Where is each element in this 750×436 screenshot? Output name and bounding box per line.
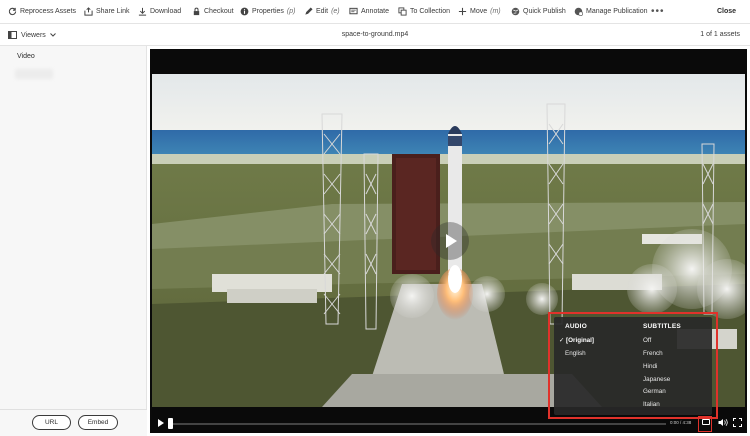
viewer-header: Viewers space-to-ground.mp4 1 of 1 asset…	[0, 24, 750, 46]
seek-handle[interactable]	[168, 418, 173, 429]
pencil-icon	[305, 7, 313, 15]
subtitles-heading: SUBTITLES	[643, 323, 681, 330]
annotate-button[interactable]: Annotate	[349, 0, 398, 24]
asset-viewer: Reprocess Assets Share Link Download Che…	[0, 0, 750, 436]
manage-publication-button[interactable]: Manage Publication	[574, 0, 650, 24]
time-display: 0:00 / 4:38	[670, 420, 692, 425]
captions-icon[interactable]	[702, 419, 710, 425]
url-button[interactable]: URL	[32, 415, 71, 430]
reprocess-assets-button[interactable]: Reprocess Assets	[8, 0, 84, 24]
edit-button[interactable]: Edit (e)	[304, 0, 349, 24]
annotate-icon	[349, 7, 358, 15]
subtitle-option-off[interactable]: Off	[643, 337, 651, 344]
audio-option-original[interactable]: ✓ [Original]	[559, 337, 594, 344]
properties-button[interactable]: Properties (p)	[240, 0, 304, 24]
move-shortcut: (m)	[490, 8, 501, 15]
audio-option-english[interactable]: English	[565, 350, 586, 357]
refresh-icon	[8, 7, 17, 16]
play-icon[interactable]	[158, 419, 164, 427]
toolbar: Reprocess Assets Share Link Download Che…	[0, 0, 750, 24]
check-icon: ✓	[559, 337, 565, 344]
subtitle-option-japanese[interactable]: Japanese	[643, 376, 670, 383]
share-link-button[interactable]: Share Link	[84, 0, 138, 24]
volume-icon[interactable]	[718, 418, 728, 429]
more-actions-button[interactable]: •••	[651, 6, 665, 17]
audio-subtitles-menu: AUDIO ✓ [Original] English SUBTITLES Off…	[554, 317, 712, 415]
seek-bar[interactable]	[170, 423, 666, 425]
subtitle-option-italian[interactable]: Italian	[643, 401, 660, 408]
left-panel: Video URL Embed	[0, 46, 147, 436]
audio-option-label: [Original]	[566, 337, 595, 344]
checkout-label: Checkout	[204, 8, 234, 15]
download-label: Download	[150, 8, 182, 15]
checkout-button[interactable]: Checkout	[192, 0, 240, 24]
to-collection-label: To Collection	[410, 8, 451, 15]
publication-icon	[574, 7, 583, 16]
annotate-label: Annotate	[361, 8, 390, 15]
close-button[interactable]: Close	[717, 8, 736, 15]
move-label: Move	[470, 8, 488, 15]
lock-icon	[193, 7, 200, 16]
file-title: space-to-ground.mp4	[341, 31, 409, 38]
subtitle-option-french[interactable]: French	[643, 350, 663, 357]
quick-publish-button[interactable]: Quick Publish	[511, 0, 574, 24]
subtitle-option-german[interactable]: German	[643, 388, 666, 395]
reprocess-assets-label: Reprocess Assets	[20, 8, 77, 15]
audio-heading: AUDIO	[565, 323, 587, 330]
to-collection-button[interactable]: To Collection	[398, 0, 458, 24]
blurred-preset-item[interactable]	[15, 69, 53, 79]
download-button[interactable]: Download	[138, 0, 192, 24]
asset-count: 1 of 1 assets	[700, 31, 740, 38]
properties-label: Properties	[252, 8, 284, 15]
subtitle-option-hindi[interactable]: Hindi	[643, 363, 657, 370]
left-panel-footer: URL Embed	[0, 409, 147, 436]
info-icon	[240, 7, 249, 16]
move-button[interactable]: Move (m)	[458, 0, 511, 24]
edit-label: Edit	[316, 8, 329, 15]
embed-button[interactable]: Embed	[78, 415, 118, 430]
fullscreen-icon[interactable]	[733, 418, 742, 429]
move-icon	[458, 7, 467, 16]
globe-icon	[511, 7, 520, 16]
download-icon	[138, 7, 147, 16]
video-section-label: Video	[17, 53, 35, 60]
share-link-label: Share Link	[96, 8, 130, 15]
quick-publish-label: Quick Publish	[523, 8, 566, 15]
center-play-button[interactable]	[431, 222, 469, 260]
edit-shortcut: (e)	[331, 8, 340, 15]
share-icon	[84, 7, 93, 16]
properties-shortcut: (p)	[286, 8, 296, 15]
collection-icon	[398, 7, 407, 16]
manage-publication-label: Manage Publication	[586, 8, 648, 15]
